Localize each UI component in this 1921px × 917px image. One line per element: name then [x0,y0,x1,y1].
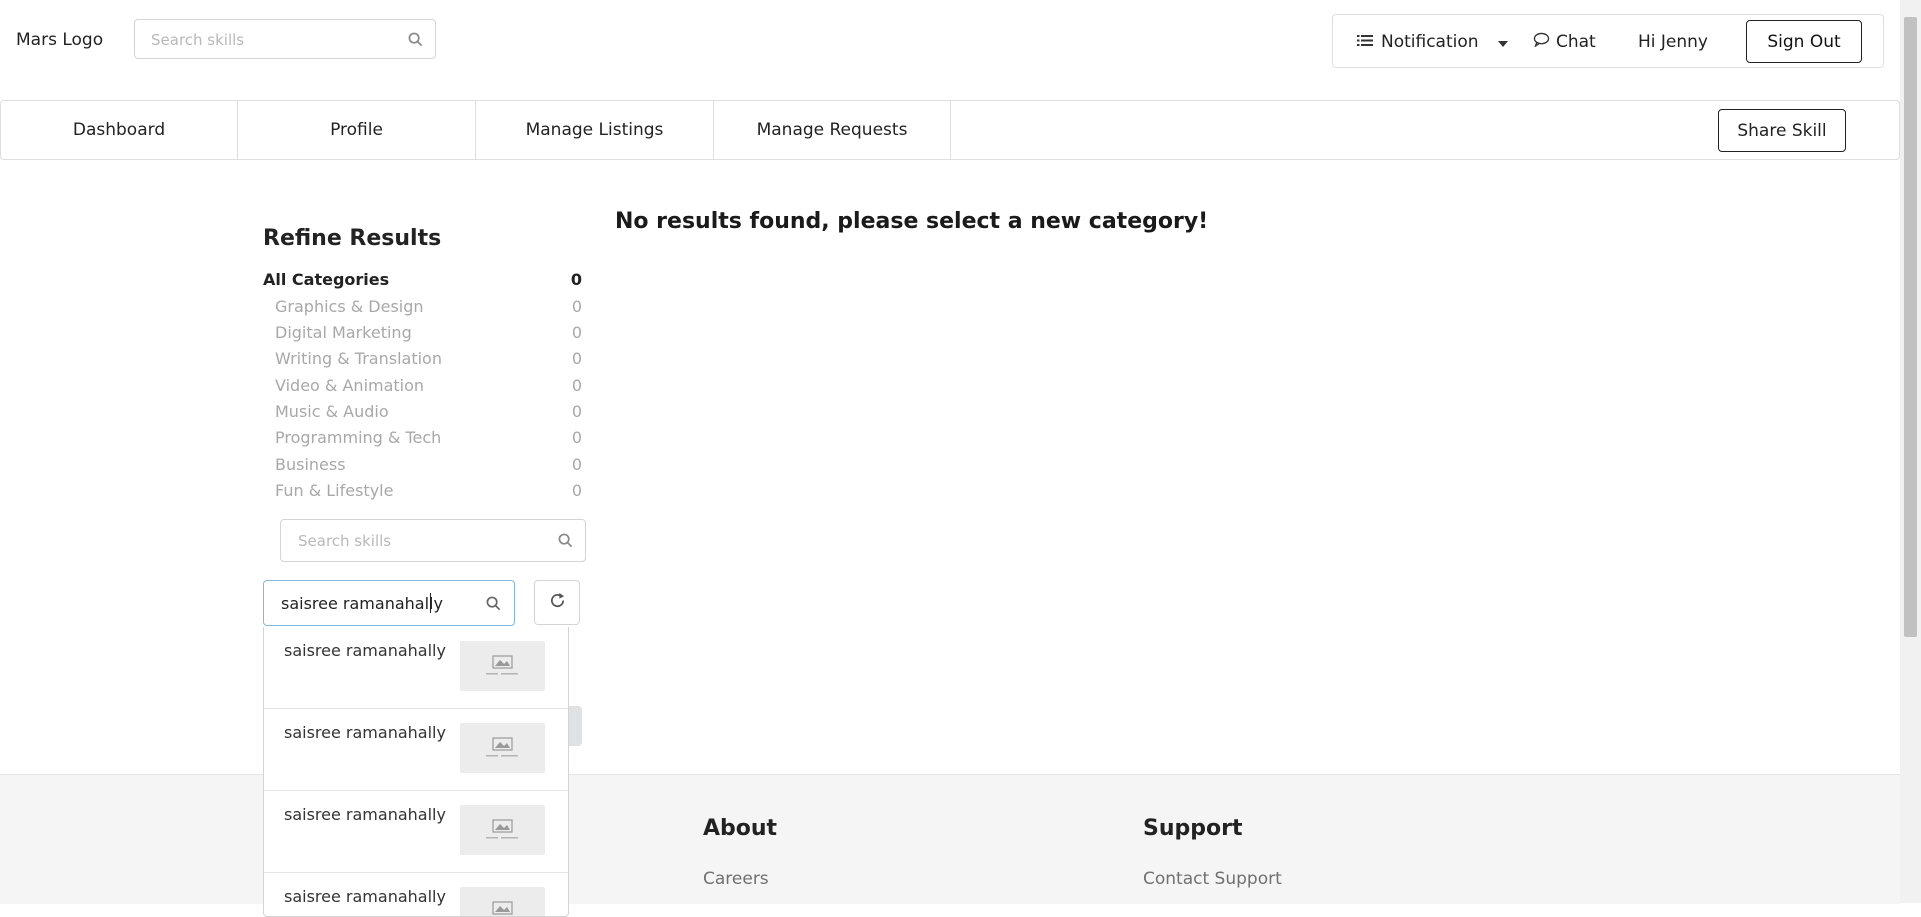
category-count: 0 [571,402,582,421]
site-logo[interactable]: Mars Logo [16,30,103,50]
category-label: Digital Marketing [275,323,412,342]
user-search-results: saisree ramanahally saisree ramanahally … [263,627,569,917]
image-placeholder-icon [460,805,545,855]
search-result-item[interactable]: saisree ramanahally [264,873,568,916]
list-icon [1357,32,1373,52]
category-label: Music & Audio [275,402,389,421]
search-result-item[interactable]: saisree ramanahally [264,627,568,709]
category-count: 0 [571,428,582,447]
no-results-message: No results found, please select a new ca… [615,209,1209,234]
tab-profile[interactable]: Profile [238,101,476,159]
search-icon[interactable] [486,596,501,615]
footer-support-heading: Support [1143,816,1243,841]
main-nav: Dashboard Profile Manage Listings Manage… [0,100,1900,160]
header-search-input[interactable]: Search skills [134,19,436,59]
category-count: 0 [571,376,582,395]
notification-label: Notification [1381,32,1479,52]
footer-contact-support-link[interactable]: Contact Support [1143,869,1282,889]
skill-search-input[interactable]: Search skills [280,519,586,562]
user-search-input[interactable]: saisree ramanahally [263,580,515,626]
search-placeholder: Search skills [151,31,245,49]
tab-manage-requests[interactable]: Manage Requests [714,101,951,159]
result-name: saisree ramanahally [284,723,446,742]
category-count: 0 [571,349,582,368]
category-label: Business [275,455,346,474]
image-placeholder-icon [460,641,545,691]
image-placeholder-icon [460,887,545,916]
category-count: 0 [570,270,582,289]
category-label: All Categories [263,270,390,289]
user-search-value: saisree ramanahally [281,594,443,613]
notification-dropdown[interactable]: Notification [1357,32,1508,52]
search-icon[interactable] [408,32,423,51]
category-label: Writing & Translation [275,349,442,368]
user-greeting: Hi Jenny [1638,32,1708,52]
tab-dashboard[interactable]: Dashboard [1,101,238,159]
category-label: Graphics & Design [275,297,424,316]
search-icon[interactable] [558,533,573,552]
user-menu: Notification Chat Hi Jenny Sign Out [1332,14,1884,68]
sign-out-button[interactable]: Sign Out [1746,20,1862,63]
footer-careers-link[interactable]: Careers [703,869,769,889]
text-cursor [430,593,431,613]
search-result-item[interactable]: saisree ramanahally [264,709,568,791]
share-skill-button[interactable]: Share Skill [1718,109,1846,152]
category-count: 0 [571,455,582,474]
scrollbar-thumb[interactable] [1904,17,1917,637]
category-count: 0 [571,323,582,342]
page-scrollbar[interactable] [1900,0,1921,903]
tab-manage-listings[interactable]: Manage Listings [476,101,714,159]
caret-down-icon [1497,32,1508,52]
result-name: saisree ramanahally [284,641,446,660]
category-label: Programming & Tech [275,428,442,447]
category-count: 0 [571,481,582,500]
chat-link[interactable]: Chat [1533,32,1596,52]
category-count: 0 [571,297,582,316]
refresh-icon [549,592,566,613]
chat-bubble-icon [1533,32,1550,52]
category-label: Video & Animation [275,376,425,395]
refresh-button[interactable] [534,580,580,625]
result-name: saisree ramanahally [284,805,446,824]
category-label: Fun & Lifestyle [275,481,394,500]
footer-about-heading: About [703,816,778,841]
search-result-item[interactable]: saisree ramanahally [264,791,568,873]
result-name: saisree ramanahally [284,887,446,906]
image-placeholder-icon [460,723,545,773]
search-placeholder: Search skills [298,532,392,550]
chat-label: Chat [1556,32,1596,52]
refine-results-heading: Refine Results [263,226,442,251]
